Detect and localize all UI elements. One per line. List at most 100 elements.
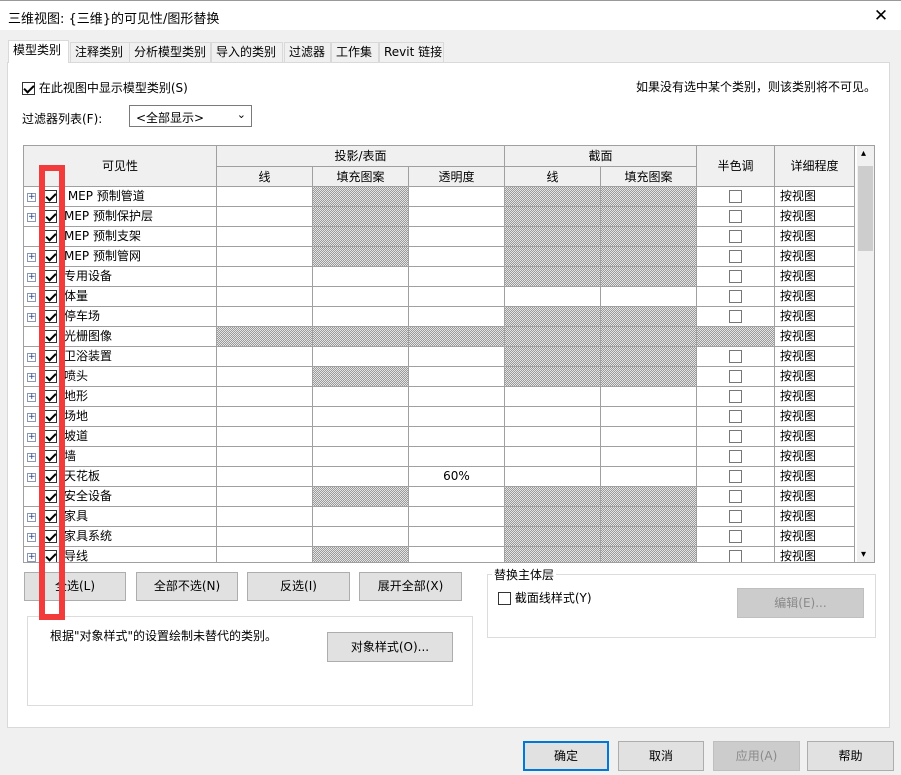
- proj-fill-cell[interactable]: [313, 247, 409, 267]
- sec-line-cell[interactable]: [505, 227, 601, 247]
- halftone-checkbox[interactable]: [729, 370, 742, 383]
- transparency-cell[interactable]: [409, 487, 505, 507]
- halftone-cell[interactable]: [697, 507, 775, 527]
- visibility-checkbox[interactable]: [44, 310, 57, 323]
- help-button[interactable]: 帮助: [807, 741, 894, 771]
- halftone-cell[interactable]: [697, 487, 775, 507]
- detail-level-cell[interactable]: 按视图: [775, 467, 855, 487]
- halftone-cell[interactable]: [697, 267, 775, 287]
- tab-0[interactable]: 模型类别: [8, 40, 69, 63]
- scroll-thumb[interactable]: [858, 166, 873, 251]
- transparency-cell[interactable]: [409, 427, 505, 447]
- sec-fill-cell[interactable]: [601, 187, 697, 207]
- sec-line-cell[interactable]: [505, 447, 601, 467]
- sec-fill-cell[interactable]: [601, 307, 697, 327]
- expand-all-button[interactable]: 展开全部(X): [359, 572, 462, 601]
- proj-fill-cell[interactable]: [313, 527, 409, 547]
- detail-level-cell[interactable]: 按视图: [775, 527, 855, 547]
- detail-level-cell[interactable]: 按视图: [775, 487, 855, 507]
- halftone-cell[interactable]: [697, 207, 775, 227]
- proj-line-cell[interactable]: [217, 387, 313, 407]
- halftone-checkbox[interactable]: [729, 450, 742, 463]
- proj-line-cell[interactable]: [217, 327, 313, 347]
- sec-line-cell[interactable]: [505, 407, 601, 427]
- filter-list-select[interactable]: <全部显示> ⌄: [129, 105, 252, 127]
- proj-line-cell[interactable]: [217, 287, 313, 307]
- sec-fill-cell[interactable]: [601, 387, 697, 407]
- halftone-checkbox[interactable]: [729, 430, 742, 443]
- halftone-checkbox[interactable]: [729, 410, 742, 423]
- visibility-cell[interactable]: + 地形: [24, 387, 217, 407]
- expand-icon[interactable]: +: [27, 513, 36, 522]
- visibility-cell[interactable]: + 停车场: [24, 307, 217, 327]
- transparency-cell[interactable]: [409, 247, 505, 267]
- halftone-cell[interactable]: [697, 467, 775, 487]
- expand-icon[interactable]: +: [27, 193, 36, 202]
- edit-button[interactable]: 编辑(E)...: [737, 588, 864, 618]
- halftone-cell[interactable]: [697, 447, 775, 467]
- proj-line-cell[interactable]: [217, 247, 313, 267]
- expand-icon[interactable]: +: [27, 533, 36, 542]
- visibility-cell[interactable]: + 导线: [24, 547, 217, 562]
- expand-icon[interactable]: +: [27, 213, 36, 222]
- apply-button[interactable]: 应用(A): [713, 741, 800, 771]
- visibility-cell[interactable]: + 坡道: [24, 427, 217, 447]
- sec-fill-cell[interactable]: [601, 427, 697, 447]
- detail-level-cell[interactable]: 按视图: [775, 407, 855, 427]
- visibility-cell[interactable]: + 场地: [24, 407, 217, 427]
- halftone-cell[interactable]: [697, 427, 775, 447]
- visibility-checkbox[interactable]: [44, 470, 57, 483]
- expand-icon[interactable]: +: [27, 293, 36, 302]
- proj-fill-cell[interactable]: [313, 507, 409, 527]
- halftone-cell[interactable]: [697, 287, 775, 307]
- sec-line-cell[interactable]: [505, 487, 601, 507]
- visibility-cell[interactable]: + MEP 预制保护层: [24, 207, 217, 227]
- proj-line-cell[interactable]: [217, 207, 313, 227]
- transparency-cell[interactable]: [409, 547, 505, 562]
- ok-button[interactable]: 确定: [523, 741, 609, 771]
- visibility-checkbox[interactable]: [44, 450, 57, 463]
- transparency-cell[interactable]: [409, 287, 505, 307]
- tab-2[interactable]: 分析模型类别: [129, 42, 211, 63]
- halftone-checkbox[interactable]: [729, 470, 742, 483]
- sec-fill-cell[interactable]: [601, 467, 697, 487]
- halftone-checkbox[interactable]: [729, 310, 742, 323]
- sec-line-cell[interactable]: [505, 187, 601, 207]
- detail-level-cell[interactable]: 按视图: [775, 267, 855, 287]
- proj-line-cell[interactable]: [217, 467, 313, 487]
- tab-1[interactable]: 注释类别: [70, 42, 138, 63]
- object-styles-button[interactable]: 对象样式(O)...: [327, 632, 453, 662]
- proj-line-cell[interactable]: [217, 367, 313, 387]
- transparency-cell[interactable]: [409, 207, 505, 227]
- halftone-cell[interactable]: [697, 387, 775, 407]
- visibility-cell[interactable]: + MEP 预制管道: [24, 187, 217, 207]
- tab-3[interactable]: 导入的类别: [211, 42, 283, 63]
- proj-line-cell[interactable]: [217, 347, 313, 367]
- detail-level-cell[interactable]: 按视图: [775, 227, 855, 247]
- proj-fill-cell[interactable]: [313, 227, 409, 247]
- visibility-checkbox[interactable]: [44, 270, 57, 283]
- sec-fill-cell[interactable]: [601, 207, 697, 227]
- transparency-cell[interactable]: [409, 267, 505, 287]
- halftone-checkbox[interactable]: [729, 510, 742, 523]
- detail-level-cell[interactable]: 按视图: [775, 307, 855, 327]
- visibility-checkbox[interactable]: [44, 370, 57, 383]
- expand-icon[interactable]: +: [27, 373, 36, 382]
- visibility-cell[interactable]: 安全设备: [24, 487, 217, 507]
- halftone-checkbox[interactable]: [729, 250, 742, 263]
- sec-fill-cell[interactable]: [601, 507, 697, 527]
- proj-fill-cell[interactable]: [313, 447, 409, 467]
- visibility-cell[interactable]: + 家具系统: [24, 527, 217, 547]
- sec-line-cell[interactable]: [505, 467, 601, 487]
- halftone-checkbox[interactable]: [729, 230, 742, 243]
- sec-fill-cell[interactable]: [601, 347, 697, 367]
- expand-icon[interactable]: +: [27, 453, 36, 462]
- halftone-checkbox[interactable]: [729, 190, 742, 203]
- sec-fill-cell[interactable]: [601, 527, 697, 547]
- proj-fill-cell[interactable]: [313, 487, 409, 507]
- proj-fill-cell[interactable]: [313, 187, 409, 207]
- transparency-cell[interactable]: [409, 367, 505, 387]
- transparency-cell[interactable]: [409, 347, 505, 367]
- visibility-checkbox[interactable]: [44, 410, 57, 423]
- proj-fill-cell[interactable]: [313, 347, 409, 367]
